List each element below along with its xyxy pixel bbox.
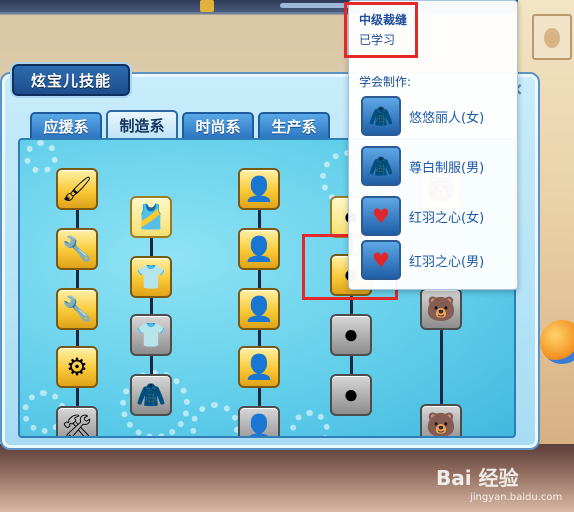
watermark: Bai 经验 jingyan.baidu.com [436, 462, 574, 510]
skill-node[interactable]: 🔧 [56, 288, 98, 330]
coin-icon [200, 0, 214, 12]
watermark-main: Bai 经验 [436, 466, 519, 490]
tools-icon: 🛠 [61, 413, 93, 438]
jacket-icon: 🧥 [361, 96, 401, 136]
skill-node[interactable]: 👕 [130, 314, 172, 356]
wall-picture [532, 14, 572, 60]
skill-node[interactable]: 🛠 [56, 406, 98, 438]
gear-decoration [290, 410, 330, 436]
skill-node[interactable]: ⏺ [330, 314, 372, 356]
panel-title-badge: 炫宝儿技能 [12, 64, 130, 96]
jacket-icon: 🧥 [361, 146, 401, 186]
tab-support[interactable]: 应援系 [30, 112, 102, 138]
gear-decoration [24, 140, 58, 174]
person-icon: 👤 [244, 413, 274, 438]
person-icon: 👤 [244, 353, 274, 381]
tooltip-item: 🧥 悠悠丽人(女) [361, 95, 511, 137]
bear-icon: 🐻 [426, 411, 456, 438]
button-icon: ⏺ [345, 381, 357, 409]
skill-node[interactable]: 👤 [238, 168, 280, 210]
brush-icon: 🖌 [61, 175, 93, 203]
person-icon: 👤 [244, 295, 274, 323]
heart-icon: ♥ [361, 196, 401, 236]
skill-node[interactable]: 🧥 [130, 374, 172, 416]
tooltip-item-label: 红羽之心(女) [409, 210, 485, 226]
skill-node[interactable]: 👤 [238, 346, 280, 388]
tab-production[interactable]: 生产系 [258, 112, 330, 138]
tooltip-name-highlight [344, 2, 418, 58]
vest-icon: 🎽 [136, 203, 166, 231]
skill-node[interactable]: ⚙ [56, 346, 98, 388]
gear-decoration [190, 402, 240, 436]
status-bar-meter [280, 3, 350, 8]
tooltip-item-label: 尊白制服(男) [409, 160, 485, 176]
wrench-icon: 🔧 [62, 295, 92, 323]
skill-node[interactable]: 👤 [238, 228, 280, 270]
panel-title: 炫宝儿技能 [30, 71, 111, 90]
skill-node[interactable]: 🖌 [56, 168, 98, 210]
button-icon: ⏺ [345, 321, 357, 349]
tooltip-item-label: 红羽之心(男) [409, 254, 485, 270]
bear-icon: 🐻 [426, 295, 456, 323]
watermark-sub: jingyan.baidu.com [470, 492, 563, 503]
tooltip-item-label: 悠悠丽人(女) [409, 110, 485, 126]
wrench-icon: 🔧 [62, 235, 92, 263]
tooltip-item: ♥ 红羽之心(男) [361, 239, 511, 281]
skill-node[interactable]: 👕 [130, 256, 172, 298]
person-icon: 👤 [244, 235, 274, 263]
tooltip-crafts-header: 学会制作: [359, 75, 412, 89]
top-status-bar [0, 0, 360, 12]
skill-node[interactable]: 🔧 [56, 228, 98, 270]
skill-node[interactable]: 👤 [238, 406, 280, 438]
tab-crafting[interactable]: 制造系 [106, 110, 178, 138]
tab-fashion[interactable]: 时尚系 [182, 112, 254, 138]
tshirt-icon: 👕 [136, 321, 166, 349]
gears-icon: ⚙ [66, 353, 88, 381]
tooltip-item: ♥ 红羽之心(女) [361, 195, 511, 237]
skill-node[interactable]: 🐻 [420, 404, 462, 438]
skill-node[interactable]: 🎽 [130, 196, 172, 238]
heart-icon: ♥ [361, 240, 401, 280]
skill-node[interactable]: ⏺ [330, 374, 372, 416]
skill-node[interactable]: 🐻 [420, 288, 462, 330]
person-icon: 👤 [244, 175, 274, 203]
skill-node[interactable]: 👤 [238, 288, 280, 330]
tooltip-item: 🧥 尊白制服(男) [361, 145, 511, 187]
tab-bar: 应援系 制造系 时尚系 生产系 [30, 110, 330, 138]
tshirt-icon: 👕 [136, 263, 166, 291]
jacket-icon: 🧥 [136, 381, 166, 409]
